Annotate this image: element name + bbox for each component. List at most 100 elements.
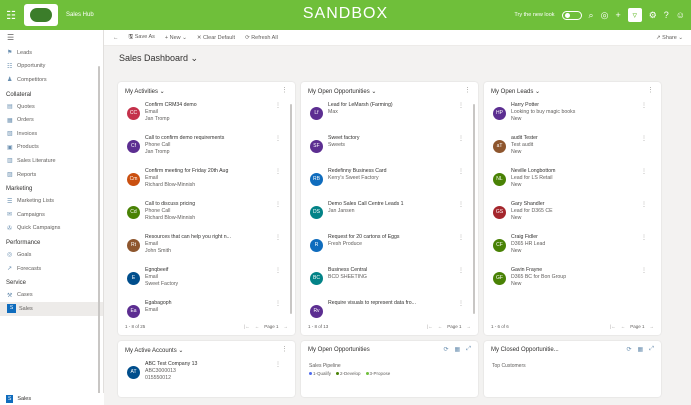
plus-icon[interactable]: +	[615, 10, 620, 20]
sidebar-item-competitors[interactable]: ♟ Competitors	[0, 73, 103, 87]
more-options-icon[interactable]: ⋮	[281, 86, 288, 94]
help-icon[interactable]: ?	[664, 10, 669, 20]
sidebar-item-sales[interactable]: S Sales	[0, 301, 103, 316]
list-item[interactable]: R Request for 20 cartons of Eggs Fresh Pro…	[310, 234, 466, 264]
prev-page-icon[interactable]: ←	[438, 324, 443, 329]
sidebar-scrollbar[interactable]	[98, 66, 100, 396]
card-title[interactable]: My Open Opportunities ⌄	[308, 88, 376, 95]
expand-icon[interactable]: ⤢	[649, 346, 654, 353]
list-item[interactable]: aT audit Tester Test audit New ⋮	[493, 135, 649, 165]
back-arrow-icon[interactable]: ←	[113, 35, 119, 41]
more-options-icon[interactable]: ⋮	[458, 168, 464, 175]
list-item[interactable]: CF Craig Fidler D365 HR Lead New ⋮	[493, 234, 649, 264]
save-as-button[interactable]: 🖫 Save As	[129, 33, 155, 42]
more-options-icon[interactable]: ⋮	[464, 86, 471, 94]
sidebar-item-leads[interactable]: ⚑ Leads	[0, 46, 103, 60]
sidebar-item-sales-literature[interactable]: ▥ Sales Literature	[0, 154, 103, 168]
more-options-icon[interactable]: ⋮	[281, 345, 288, 353]
app-name[interactable]: Sales Hub	[66, 12, 94, 18]
expand-icon[interactable]: ⤢	[466, 346, 471, 353]
more-options-icon[interactable]: ⋮	[458, 234, 464, 241]
list-item[interactable]: Rt Resources that can help you right n...…	[127, 234, 283, 264]
sidebar-item-orders[interactable]: ▦ Orders	[0, 113, 103, 127]
list-item[interactable]: RB Redefinny Business Card Kerry's Sweet F…	[310, 168, 466, 198]
more-options-icon[interactable]: ⋮	[641, 168, 647, 175]
legend-item[interactable]: 2-Develop	[336, 371, 361, 376]
more-options-icon[interactable]: ⋮	[641, 234, 647, 241]
dashboard-selector[interactable]: Sales Dashboard ⌄	[119, 53, 198, 64]
more-options-icon[interactable]: ⋮	[458, 135, 464, 142]
more-options-icon[interactable]: ⋮	[647, 86, 654, 94]
sidebar-item-invoices[interactable]: ▧ Invoices	[0, 127, 103, 141]
card-scrollbar[interactable]	[290, 104, 292, 314]
legend-item[interactable]: 3-Propose	[365, 371, 390, 376]
more-options-icon[interactable]: ⋮	[275, 135, 281, 142]
sidebar-item-reports[interactable]: ▨ Reports	[0, 168, 103, 182]
more-options-icon[interactable]: ⋮	[458, 102, 464, 109]
card-scrollbar[interactable]	[473, 104, 475, 314]
more-options-icon[interactable]: ⋮	[641, 267, 647, 274]
sidebar-item-products[interactable]: ▣ Products	[0, 141, 103, 155]
more-options-icon[interactable]: ⋮	[275, 168, 281, 175]
gear-icon[interactable]: ⚙	[649, 10, 657, 21]
list-item[interactable]: NL Neville Longbottom Lead for LS Retail Ne…	[493, 168, 649, 198]
list-item[interactable]: Cf Call to confirm demo requirements Phone…	[127, 135, 283, 165]
list-item[interactable]: DS Demo Sales Call Centre Leads 1 Jan Jans…	[310, 201, 466, 231]
prev-page-icon[interactable]: ←	[255, 324, 260, 329]
chart-icon[interactable]: ▦	[638, 346, 644, 353]
more-options-icon[interactable]: ⋮	[275, 267, 281, 274]
first-page-icon[interactable]: |←	[610, 324, 616, 329]
card-title[interactable]: My Activities ⌄	[125, 88, 165, 95]
legend-item[interactable]: 1-Qualify	[309, 371, 331, 376]
sidebar-item-marketing-lists[interactable]: ☰ Marketing Lists	[0, 194, 103, 208]
filter-icon[interactable]: ▿	[627, 8, 642, 22]
more-options-icon[interactable]: ⋮	[458, 300, 464, 307]
list-item[interactable]: CC Confirm CRM34 demo Email Jan Tromp ⋮	[127, 102, 283, 132]
more-options-icon[interactable]: ⋮	[275, 234, 281, 241]
refresh-icon[interactable]: ⟳	[443, 346, 448, 353]
sidebar-item-quick-campaigns[interactable]: ✇ Quick Campaigns	[0, 222, 103, 236]
area-switcher[interactable]: S Sales	[0, 393, 104, 405]
list-item[interactable]: GS Gary Shandler Lead for D365 CE New ⋮	[493, 201, 649, 231]
list-item[interactable]: GF Gavin Frayne D365 BC for Bon Group New ⋮	[493, 267, 649, 297]
more-options-icon[interactable]: ⋮	[275, 361, 281, 368]
clear-default-button[interactable]: ✕ Clear Default	[197, 35, 235, 41]
more-options-icon[interactable]: ⋮	[641, 102, 647, 109]
sidebar-item-cases[interactable]: ⚒ Cases	[0, 288, 103, 302]
sidebar-item-opportunity[interactable]: ☷ Opportunity	[0, 60, 103, 74]
chart-icon[interactable]: ▦	[455, 346, 461, 353]
more-options-icon[interactable]: ⋮	[458, 267, 464, 274]
lightbulb-icon[interactable]: ◎	[601, 10, 609, 21]
next-page-icon[interactable]: →	[467, 324, 472, 329]
sidebar-item-campaigns[interactable]: ✉ Campaigns	[0, 208, 103, 222]
more-options-icon[interactable]: ⋮	[641, 201, 647, 208]
list-item[interactable]: Cd Call to discuss pricing Phone Call Richa…	[127, 201, 283, 231]
refresh-all-button[interactable]: ⟳ Refresh All	[245, 35, 278, 41]
more-options-icon[interactable]: ⋮	[275, 102, 281, 109]
next-page-icon[interactable]: →	[284, 324, 289, 329]
first-page-icon[interactable]: |←	[427, 324, 433, 329]
sidebar-item-quotes[interactable]: ▤ Quotes	[0, 100, 103, 114]
list-item[interactable]: HP Harry Potter Looking to buy magic books…	[493, 102, 649, 132]
list-item[interactable]: Cm Confirm meeting for Friday 20th Aug Ema…	[127, 168, 283, 198]
user-icon[interactable]: ☺	[676, 10, 685, 20]
app-launcher-icon[interactable]: ☷	[0, 9, 22, 22]
search-icon[interactable]: ⌕	[589, 10, 594, 21]
refresh-icon[interactable]: ⟳	[626, 346, 631, 353]
new-button[interactable]: + New ⌄	[165, 35, 187, 41]
first-page-icon[interactable]: |←	[244, 324, 250, 329]
new-look-toggle[interactable]	[561, 10, 582, 20]
next-page-icon[interactable]: →	[650, 324, 655, 329]
sidebar-item-forecasts[interactable]: ↗ Forecasts	[0, 262, 103, 276]
more-options-icon[interactable]: ⋮	[275, 300, 281, 307]
list-item[interactable]: Lf Lead for LeMarsh (Farming) Max ⋮	[310, 102, 466, 132]
card-title[interactable]: My Active Accounts ⌄	[125, 347, 183, 354]
hamburger-menu-icon[interactable]: ☰	[0, 30, 103, 46]
more-options-icon[interactable]: ⋮	[458, 201, 464, 208]
prev-page-icon[interactable]: ←	[621, 324, 626, 329]
more-options-icon[interactable]: ⋮	[275, 201, 281, 208]
list-item[interactable]: E Egnqbeeif Email Sweet Factory ⋮	[127, 267, 283, 297]
card-title[interactable]: My Open Leads ⌄	[491, 88, 540, 95]
list-item[interactable]: SF Sweet factory Sweets ⋮	[310, 135, 466, 165]
more-options-icon[interactable]: ⋮	[641, 135, 647, 142]
